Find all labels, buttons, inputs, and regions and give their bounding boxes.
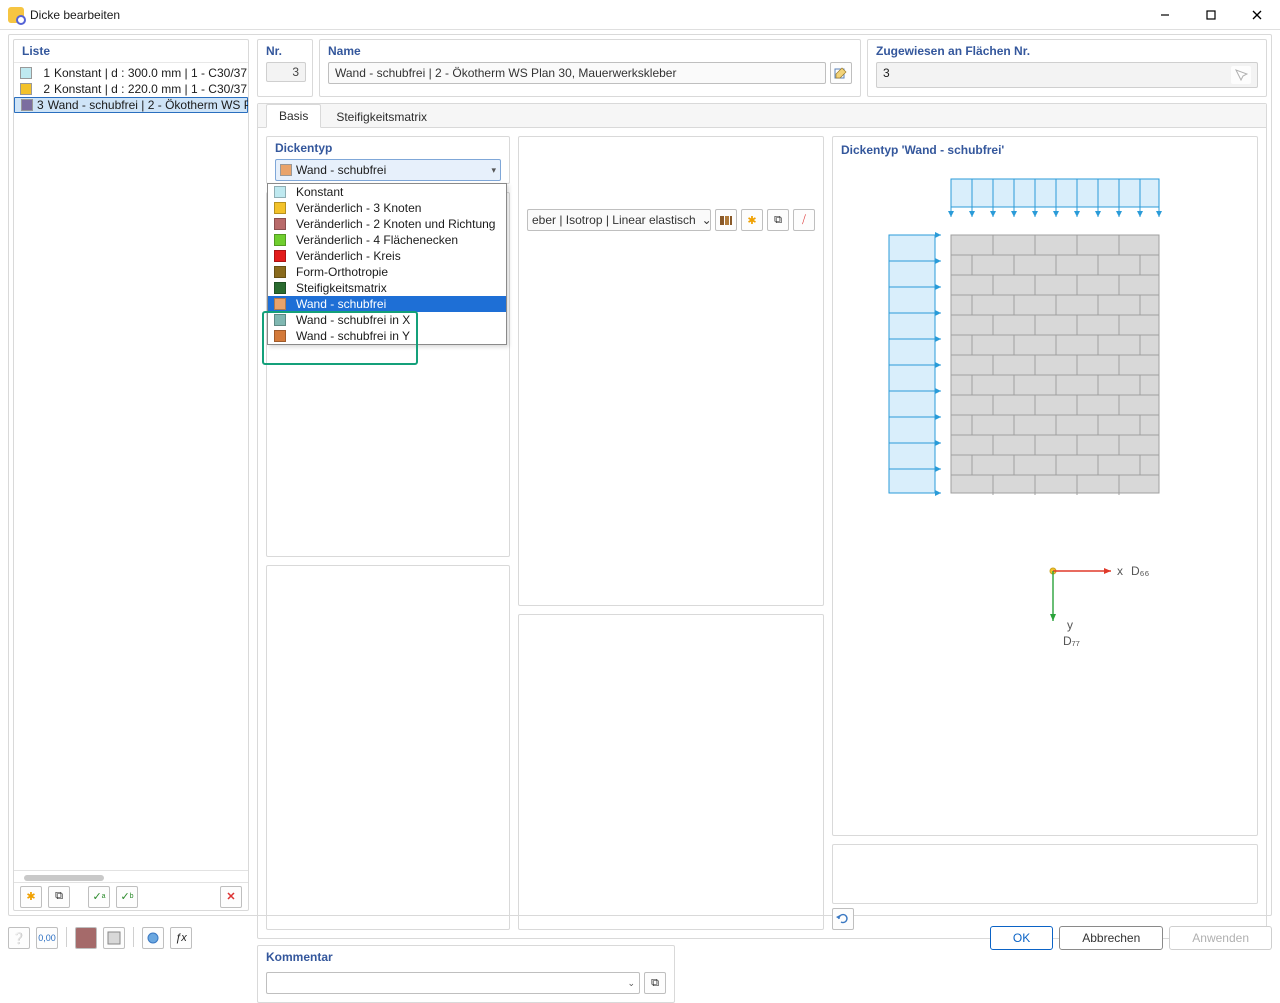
dickentyp-swatch-icon (280, 164, 292, 176)
color-swatch-icon (274, 186, 286, 198)
color-a-button[interactable] (75, 927, 97, 949)
color-swatch-icon (274, 234, 286, 246)
dickentyp-option[interactable]: Veränderlich - 4 Flächenecken (268, 232, 506, 248)
new-item-button[interactable]: ✱ (20, 886, 42, 908)
edit-name-button[interactable] (830, 62, 852, 84)
dickentyp-option[interactable]: Wand - schubfrei in Y (268, 328, 506, 344)
preview-title: Dickentyp 'Wand - schubfrei' (841, 143, 1249, 157)
window-title: Dicke bearbeiten (30, 8, 120, 22)
dickentyp-value: Wand - schubfrei (296, 163, 386, 177)
svg-text:x: x (1117, 564, 1123, 578)
cancel-button[interactable]: Abbrechen (1059, 926, 1163, 950)
nr-value[interactable]: 3 (266, 62, 306, 82)
chevron-down-icon: ▾ (491, 165, 496, 176)
list-item[interactable]: 1Konstant | d : 300.0 mm | 1 - C30/37 (14, 65, 248, 81)
dickentyp-dropdown[interactable]: KonstantVeränderlich - 3 KnotenVeränderl… (267, 183, 507, 345)
color-swatch-icon (274, 282, 286, 294)
dickentyp-card: Dickentyp Wand - schubfrei ▾ KonstantVer… (266, 136, 510, 184)
color-swatch-icon (274, 314, 286, 326)
kommentar-pick-button[interactable]: ⧉ (644, 972, 666, 994)
assigned-label: Zugewiesen an Flächen Nr. (876, 44, 1258, 58)
lower-left-placeholder (266, 565, 510, 930)
color-swatch-icon (274, 298, 286, 310)
close-button[interactable] (1234, 0, 1280, 30)
color-swatch-icon (274, 330, 286, 342)
dickentyp-option[interactable]: Steifigkeitsmatrix (268, 280, 506, 296)
dickentyp-option[interactable]: Wand - schubfrei in X (268, 312, 506, 328)
dickentyp-option[interactable]: Veränderlich - Kreis (268, 248, 506, 264)
pick-surface-button[interactable] (1231, 66, 1251, 84)
nr-card: Nr. 3 (257, 39, 313, 97)
check-b-button[interactable]: ✓b (116, 886, 138, 908)
list-toolbar: ✱ ⧉ ✓a ✓b ✕ (14, 882, 248, 910)
chevron-down-icon: ⌄ (702, 213, 711, 227)
dickentyp-option[interactable]: Veränderlich - 3 Knoten (268, 200, 506, 216)
titlebar: Dicke bearbeiten (0, 0, 1280, 30)
color-swatch-icon (274, 218, 286, 230)
name-label: Name (328, 44, 852, 58)
help-button[interactable]: ❔ (8, 927, 30, 949)
app-icon (8, 7, 24, 23)
list-scrollbar[interactable] (14, 870, 248, 882)
function-button[interactable]: ƒx (170, 927, 192, 949)
dickentyp-combo[interactable]: Wand - schubfrei ▾ (275, 159, 501, 181)
name-card: Name Wand - schubfrei | 2 - Ökotherm WS … (319, 39, 861, 97)
maximize-button[interactable] (1188, 0, 1234, 30)
list-header: Liste (14, 40, 248, 63)
dickentyp-label: Dickentyp (275, 141, 501, 155)
apply-button[interactable]: Anwenden (1169, 926, 1272, 950)
chevron-down-icon: ⌄ (627, 978, 635, 989)
list-item[interactable]: 3Wand - schubfrei | 2 - Ökotherm WS Pla (14, 97, 248, 113)
material-delete-button[interactable]: ⧸ (793, 209, 815, 231)
dickentyp-option[interactable]: Form-Orthotropie (268, 264, 506, 280)
units-button[interactable]: 0,00 (36, 927, 58, 949)
material-field[interactable]: eber | Isotrop | Linear elastisch ⌄ (527, 209, 711, 231)
name-input[interactable]: Wand - schubfrei | 2 - Ökotherm WS Plan … (328, 62, 826, 84)
window-buttons (1142, 0, 1280, 30)
color-b-button[interactable] (103, 927, 125, 949)
color-swatch-icon (274, 202, 286, 214)
svg-text:D₆₆: D₆₆ (1131, 564, 1150, 578)
color-swatch-icon (21, 99, 33, 111)
lower-mid-placeholder (518, 614, 824, 930)
list-item[interactable]: 2Konstant | d : 220.0 mm | 1 - C30/37 (14, 81, 248, 97)
kommentar-input[interactable]: ⌄ (266, 972, 640, 994)
material-copy-button[interactable]: ⧉ (767, 209, 789, 231)
color-swatch-icon (274, 250, 286, 262)
preview-graphic: x D₆₆ y D₇₇ (841, 159, 1241, 829)
nr-label: Nr. (266, 44, 304, 58)
svg-text:D₇₇: D₇₇ (1063, 634, 1080, 648)
copy-item-button[interactable]: ⧉ (48, 886, 70, 908)
footer-bar: ❔ 0,00 ƒx OK Abbrechen Anwenden (8, 922, 1272, 954)
list-panel: Liste 1Konstant | d : 300.0 mm | 1 - C30… (13, 39, 249, 911)
check-a-button[interactable]: ✓a (88, 886, 110, 908)
minimize-button[interactable] (1142, 0, 1188, 30)
color-swatch-icon (274, 266, 286, 278)
ok-button[interactable]: OK (990, 926, 1053, 950)
middle-card: eber | Isotrop | Linear elastisch ⌄ ✱ ⧉ … (518, 136, 824, 606)
preview-lower-placeholder (832, 844, 1258, 904)
globe-button[interactable] (142, 927, 164, 949)
material-library-button[interactable] (715, 209, 737, 231)
assigned-card: Zugewiesen an Flächen Nr. 3 (867, 39, 1267, 97)
material-new-button[interactable]: ✱ (741, 209, 763, 231)
dickentyp-option[interactable]: Konstant (268, 184, 506, 200)
preview-panel: Dickentyp 'Wand - schubfrei' (832, 136, 1258, 836)
tab-matrix[interactable]: Steifigkeitsmatrix (323, 105, 440, 128)
color-swatch-icon (20, 67, 32, 79)
dickentyp-option[interactable]: Wand - schubfrei (268, 296, 506, 312)
color-swatch-icon (20, 83, 32, 95)
dickentyp-option[interactable]: Veränderlich - 2 Knoten und Richtung (268, 216, 506, 232)
tab-basis[interactable]: Basis (266, 104, 321, 128)
material-bar: eber | Isotrop | Linear elastisch ⌄ ✱ ⧉ … (527, 209, 815, 231)
list-items[interactable]: 1Konstant | d : 300.0 mm | 1 - C30/372Ko… (14, 63, 248, 870)
assigned-value[interactable]: 3 (883, 66, 1231, 84)
tab-container: Basis Steifigkeitsmatrix Dickentyp Wand … (257, 103, 1267, 939)
delete-item-button[interactable]: ✕ (220, 886, 242, 908)
tab-strip: Basis Steifigkeitsmatrix (258, 104, 1266, 128)
svg-text:y: y (1067, 618, 1073, 632)
